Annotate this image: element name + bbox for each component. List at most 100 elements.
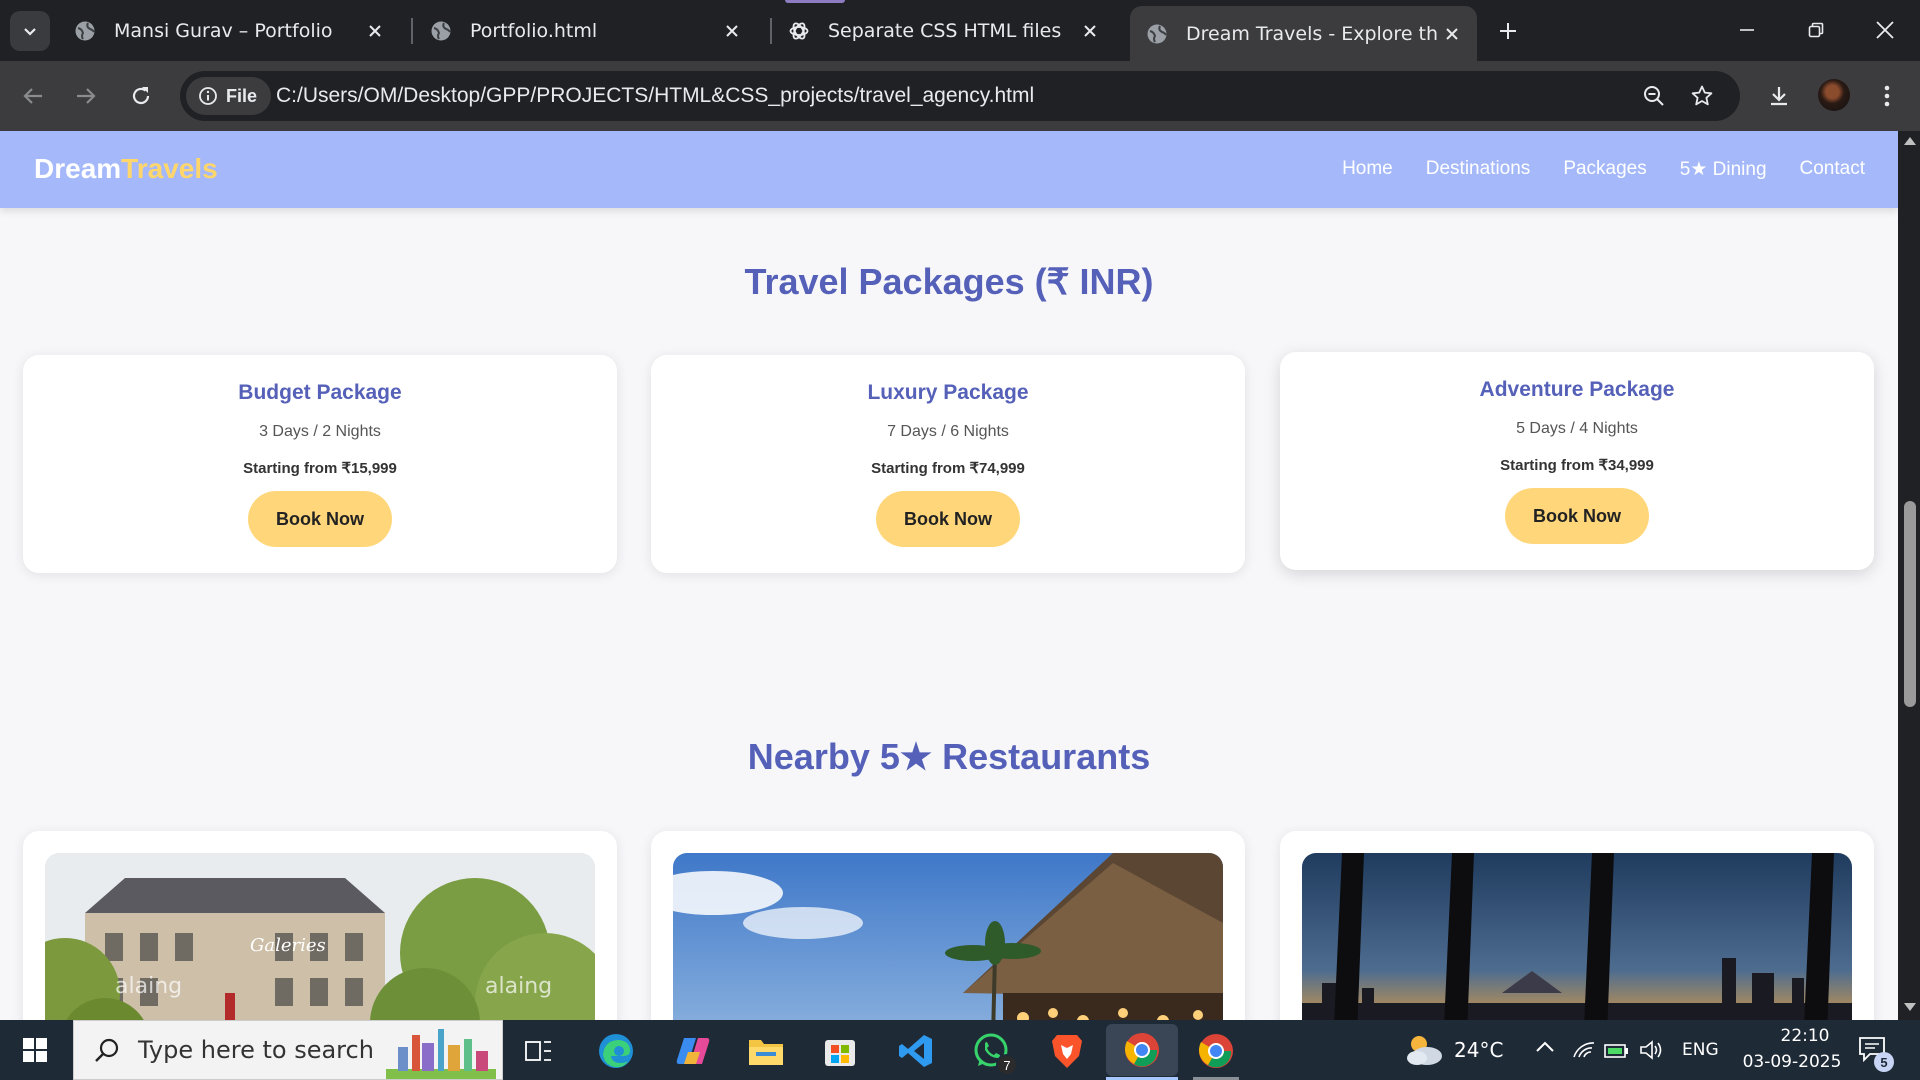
restaurants-section-title: Nearby 5★ Restaurants [747, 736, 1151, 777]
whatsapp-badge: 7 [996, 1054, 1018, 1076]
whatsapp-app[interactable]: 7 [968, 1028, 1018, 1076]
tab-title: Portfolio.html [470, 20, 598, 42]
plus-icon [1500, 23, 1516, 39]
minimize-button[interactable] [1722, 10, 1772, 50]
restore-button[interactable] [1791, 10, 1841, 50]
openai-logo-icon [788, 20, 810, 42]
close-icon[interactable] [1075, 16, 1105, 46]
package-name: Adventure Package [1479, 378, 1675, 401]
file-explorer-app[interactable] [743, 1028, 789, 1074]
language-indicator[interactable]: ENG [1682, 1040, 1719, 1060]
package-duration: 5 Days / 4 Nights [1516, 420, 1638, 437]
close-icon[interactable] [717, 16, 747, 46]
notification-center-button[interactable]: 5 [1858, 1036, 1894, 1072]
nav-link-dining[interactable]: 5★ Dining [1680, 158, 1767, 181]
vscode-app[interactable] [893, 1028, 939, 1074]
page-scrollbar[interactable] [1898, 131, 1920, 1020]
chrome-app-active[interactable] [1106, 1024, 1178, 1076]
copilot-app[interactable] [670, 1028, 716, 1074]
scroll-down-icon[interactable] [1904, 1003, 1916, 1011]
book-now-button[interactable]: Book Now [1505, 488, 1649, 544]
menu-button[interactable] [1868, 77, 1906, 115]
restore-icon [1808, 22, 1824, 38]
package-name: Budget Package [238, 381, 402, 404]
edge-app[interactable] [593, 1028, 639, 1074]
partly-cloudy-icon [1407, 1036, 1442, 1065]
tab-portfolio[interactable]: Mansi Gurav – Portfolio [58, 6, 400, 56]
nav-link-destinations[interactable]: Destinations [1426, 158, 1531, 181]
download-icon [1771, 87, 1787, 106]
zoom-button[interactable] [1636, 78, 1672, 114]
clock-time[interactable]: 22:10 [1762, 1026, 1848, 1046]
battery-status[interactable] [1604, 1040, 1630, 1065]
tab-search-button[interactable] [10, 11, 50, 51]
package-name: Luxury Package [867, 381, 1029, 404]
copilot-icon [676, 1038, 710, 1064]
edge-icon [599, 1034, 633, 1068]
taskbar-search-box[interactable]: Type here to search [73, 1020, 503, 1080]
scrollbar-thumb[interactable] [1904, 501, 1916, 707]
close-icon[interactable] [360, 16, 390, 46]
tray-overflow-button[interactable] [1535, 1040, 1555, 1059]
book-now-button[interactable]: Book Now [248, 491, 392, 547]
tab-title: Mansi Gurav – Portfolio [114, 20, 333, 42]
brave-app[interactable] [1044, 1028, 1090, 1074]
restaurant-photo-skyline [1302, 853, 1852, 1020]
package-duration: 3 Days / 2 Nights [259, 423, 381, 440]
close-window-button[interactable] [1860, 10, 1910, 50]
restaurant-card: Galeries alaing alaing [23, 831, 617, 1020]
brave-lion-icon [1052, 1035, 1082, 1068]
package-card-budget: Budget Package 3 Days / 2 Nights Startin… [23, 355, 617, 573]
svg-text:alaing: alaing [115, 974, 182, 999]
forward-button[interactable] [67, 77, 105, 115]
scroll-up-icon[interactable] [1904, 137, 1916, 145]
weather-temp[interactable]: 24°C [1454, 1038, 1503, 1062]
nav-link-home[interactable]: Home [1342, 158, 1393, 181]
address-bar[interactable]: File C:/Users/OM/Desktop/GPP/PROJECTS/HT… [180, 71, 1740, 121]
nav-link-packages[interactable]: Packages [1563, 158, 1646, 181]
globe-icon [1146, 23, 1168, 45]
downloads-button[interactable] [1760, 77, 1798, 115]
task-view-icon [525, 1041, 551, 1061]
star-icon [1691, 85, 1713, 106]
url-text[interactable]: C:/Users/OM/Desktop/GPP/PROJECTS/HTML&CS… [276, 84, 1034, 108]
close-icon [1876, 21, 1894, 39]
more-vertical-icon [1884, 85, 1890, 107]
package-card-luxury: Luxury Package 7 Days / 6 Nights Startin… [651, 355, 1245, 573]
logo-part-dream: Dream [34, 153, 122, 184]
nav-link-contact[interactable]: Contact [1800, 158, 1865, 181]
task-view-button[interactable] [516, 1028, 562, 1074]
site-logo[interactable]: DreamTravels [34, 153, 218, 185]
restaurant-photo-paris: Galeries alaing alaing [45, 853, 595, 1020]
new-tab-button[interactable] [1491, 14, 1525, 48]
notification-badge: 5 [1874, 1052, 1894, 1072]
package-price: Starting from ₹15,999 [243, 460, 397, 477]
book-now-button[interactable]: Book Now [876, 491, 1020, 547]
chrome-app[interactable] [1193, 1028, 1239, 1074]
back-button[interactable] [14, 77, 52, 115]
tab-separate-css[interactable]: Separate CSS HTML files [772, 6, 1115, 56]
reload-button[interactable] [122, 77, 160, 115]
chevron-up-icon [1536, 1041, 1554, 1052]
tab-dream-travels[interactable]: Dream Travels - Explore the Wo [1130, 6, 1477, 61]
package-price: Starting from ₹34,999 [1500, 457, 1654, 474]
restaurant-card [651, 831, 1245, 1020]
wifi-status[interactable] [1572, 1039, 1596, 1064]
weather-widget[interactable] [1403, 1032, 1445, 1073]
bookmark-button[interactable] [1684, 78, 1720, 114]
tab-portfolio-html[interactable]: Portfolio.html [414, 6, 757, 56]
profile-avatar[interactable] [1818, 79, 1850, 111]
city-illustration-icon [386, 1029, 496, 1079]
microsoft-store-app[interactable] [817, 1028, 863, 1074]
volume-control[interactable] [1639, 1039, 1663, 1066]
restaurant-card [1280, 831, 1874, 1020]
browser-tab-strip: Mansi Gurav – Portfolio Portfolio.html S… [0, 0, 1920, 61]
clock-date[interactable]: 03-09-2025 [1737, 1052, 1847, 1072]
chrome-icon [1199, 1034, 1233, 1068]
site-info-chip[interactable]: File [186, 77, 272, 115]
page-viewport: DreamTravels Home Destinations Packages … [0, 131, 1898, 1020]
close-icon[interactable] [1437, 19, 1467, 49]
start-button[interactable] [14, 1034, 56, 1066]
tab-separator [411, 18, 413, 44]
svg-text:alaing: alaing [485, 974, 552, 999]
